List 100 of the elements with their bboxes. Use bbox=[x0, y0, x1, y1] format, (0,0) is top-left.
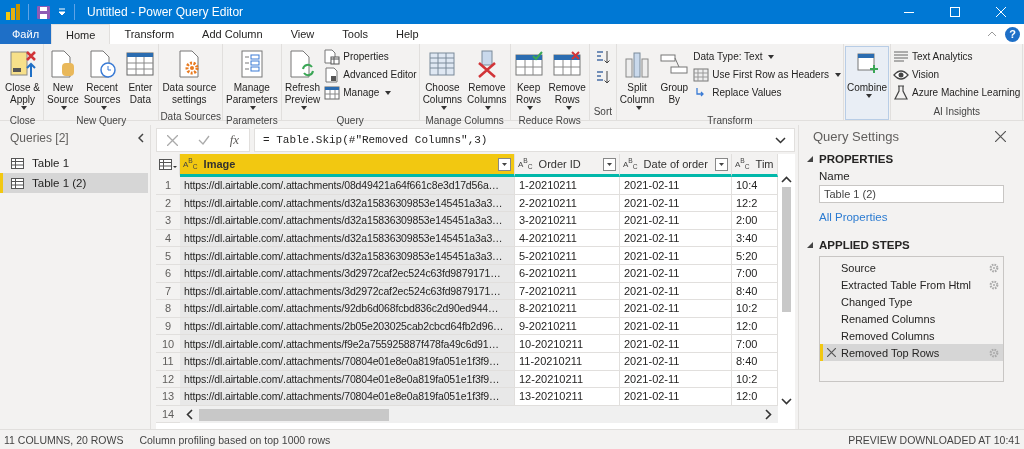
save-icon[interactable] bbox=[37, 5, 50, 19]
help-button[interactable]: ? bbox=[1005, 26, 1020, 42]
delete-icon[interactable] bbox=[827, 348, 836, 357]
table-cell: https://dl.airtable.com/.attachments/d32a15836309853e145451a3a3… bbox=[180, 247, 515, 265]
table-cell: 2021-02-11 bbox=[620, 388, 732, 406]
ribbon-button[interactable]: Advanced Editor bbox=[323, 66, 418, 83]
applied-step[interactable]: Removed Columns bbox=[820, 327, 1003, 344]
minimize-icon[interactable] bbox=[904, 11, 914, 13]
table-check-icon bbox=[513, 49, 544, 79]
ribbon-tab[interactable]: Help bbox=[382, 24, 433, 44]
ribbon-button[interactable]: Azure Machine Learning bbox=[892, 84, 1022, 101]
ribbon-button[interactable]: Replace Values bbox=[692, 84, 842, 101]
ribbon-button[interactable]: Combine bbox=[845, 46, 890, 120]
maximize-icon[interactable] bbox=[950, 7, 960, 17]
ribbon-button[interactable]: Keep Rows bbox=[511, 46, 546, 113]
ribbon-button[interactable]: Group By bbox=[657, 46, 692, 109]
ribbon-tab[interactable]: Transform bbox=[110, 24, 189, 44]
caret-icon[interactable] bbox=[58, 8, 66, 16]
applied-step[interactable]: Renamed Columns bbox=[820, 310, 1003, 327]
column-header[interactable]: A$^{B}$$_{C}$ Order ID bbox=[515, 154, 620, 177]
document-table-icon bbox=[324, 48, 341, 65]
ribbon-button[interactable]: Recent Sources bbox=[81, 46, 123, 113]
column-name: Image bbox=[203, 158, 237, 170]
ribbon-button[interactable]: Remove Columns bbox=[465, 46, 509, 113]
ribbon-button[interactable]: Refresh Preview bbox=[282, 46, 323, 113]
chevron-down-icon[interactable] bbox=[781, 398, 792, 405]
table-icon bbox=[693, 66, 710, 83]
triangle-icon[interactable] bbox=[807, 156, 813, 162]
ribbon-tab[interactable]: Add Column bbox=[188, 24, 277, 44]
lines-icon bbox=[893, 48, 910, 65]
status-text: PREVIEW DOWNLOADED AT 10:41 bbox=[848, 433, 1020, 446]
table-cell: 3-20210211 bbox=[515, 212, 620, 230]
function-button[interactable]: fx bbox=[229, 132, 240, 148]
group-label: New Query bbox=[75, 114, 128, 128]
table-cell: 11-20210211 bbox=[515, 352, 620, 371]
chevron-down-icon[interactable] bbox=[775, 136, 786, 144]
ribbon-button[interactable]: Manage Parameters bbox=[224, 46, 280, 113]
group-label: Reduce Rows bbox=[517, 114, 582, 128]
formula-field[interactable]: = Table.Skip(#"Removed Columns",3) bbox=[254, 128, 795, 152]
column-header[interactable]: A$^{B}$$_{C}$ Tim bbox=[732, 154, 778, 177]
group-label: AI Insights bbox=[932, 105, 982, 119]
triangle-icon[interactable] bbox=[807, 242, 813, 248]
chevron-right-icon[interactable] bbox=[765, 409, 772, 420]
ribbon-tab[interactable]: Home bbox=[51, 24, 111, 44]
columns-icon bbox=[427, 49, 458, 79]
query-item[interactable]: Table 1 (2) bbox=[0, 173, 148, 193]
table-cell: 2021-02-11 bbox=[620, 300, 732, 318]
table-cell: 2021-02-11 bbox=[620, 264, 732, 283]
ribbon-button[interactable]: Data Type: Text bbox=[692, 48, 842, 65]
table-icon bbox=[125, 49, 156, 79]
group-label: Sort bbox=[592, 105, 613, 119]
ribbon-button[interactable]: New Source bbox=[45, 46, 81, 113]
query-item[interactable]: Table 1 bbox=[0, 153, 148, 173]
table-menu-icon[interactable] bbox=[158, 158, 177, 170]
scrollbar-thumb[interactable] bbox=[782, 187, 791, 312]
all-properties-link[interactable]: All Properties bbox=[819, 211, 1006, 223]
filter-dropdown-icon[interactable] bbox=[603, 157, 616, 171]
document-clock-icon bbox=[87, 49, 118, 79]
ribbon-button[interactable]: Remove Rows bbox=[546, 46, 588, 113]
collapse-icon[interactable] bbox=[987, 31, 997, 37]
table-cell: 2021-02-11 bbox=[620, 247, 732, 265]
column-header[interactable]: A$^{B}$$_{C}$ Image bbox=[180, 154, 515, 177]
table-cell: 7-20210211 bbox=[515, 282, 620, 301]
ribbon-button[interactable]: Data source settings bbox=[160, 46, 219, 109]
applied-step[interactable]: Extracted Table From Html bbox=[820, 276, 1003, 293]
chevron-up-icon[interactable] bbox=[781, 176, 792, 183]
filter-dropdown-icon[interactable] bbox=[498, 157, 511, 171]
chevron-left-icon[interactable] bbox=[186, 409, 193, 420]
ribbon-tab[interactable]: View bbox=[276, 24, 329, 44]
applied-step[interactable]: Removed Top Rows bbox=[820, 344, 1003, 361]
ribbon-button[interactable]: Close & Apply bbox=[3, 46, 42, 113]
ribbon-button[interactable]: Choose Columns bbox=[420, 46, 465, 113]
applied-step[interactable]: Source bbox=[820, 259, 1003, 276]
group-label: Close bbox=[8, 114, 37, 128]
column-header[interactable]: A$^{B}$$_{C}$ Date of order bbox=[620, 154, 732, 177]
ribbon-button[interactable]: Properties bbox=[323, 48, 418, 65]
filter-dropdown-icon[interactable] bbox=[715, 157, 728, 171]
name-field[interactable]: Table 1 (2) bbox=[819, 185, 1004, 203]
table-icon bbox=[324, 84, 341, 101]
pane-title: Query Settings bbox=[813, 129, 899, 144]
row-number: 8 bbox=[156, 300, 180, 318]
row-number: 3 bbox=[156, 212, 180, 230]
ribbon-button[interactable]: Split Column bbox=[617, 46, 657, 113]
ribbon-button[interactable]: Use First Row as Headers bbox=[692, 66, 842, 83]
ribbon-button[interactable]: Manage bbox=[323, 84, 418, 101]
sort-descending-icon bbox=[594, 69, 611, 85]
scrollbar-thumb[interactable] bbox=[199, 408, 389, 421]
table-cell: 2021-02-11 bbox=[620, 177, 732, 195]
column-name: Date of order bbox=[643, 158, 709, 170]
ribbon-button[interactable]: Text Analytics bbox=[892, 48, 1022, 65]
table-icon bbox=[11, 157, 24, 169]
checkmark-icon[interactable] bbox=[197, 135, 210, 145]
chevron-left-icon[interactable] bbox=[138, 133, 144, 143]
ribbon-button[interactable]: Vision bbox=[892, 66, 1022, 83]
file-tab[interactable]: Файл bbox=[0, 24, 52, 44]
row-number: 5 bbox=[156, 247, 180, 265]
close-icon[interactable] bbox=[995, 131, 1006, 142]
applied-step[interactable]: Changed Type bbox=[820, 293, 1003, 310]
ribbon-tab[interactable]: Tools bbox=[328, 24, 382, 44]
ribbon-button[interactable]: Enter Data bbox=[123, 46, 158, 109]
